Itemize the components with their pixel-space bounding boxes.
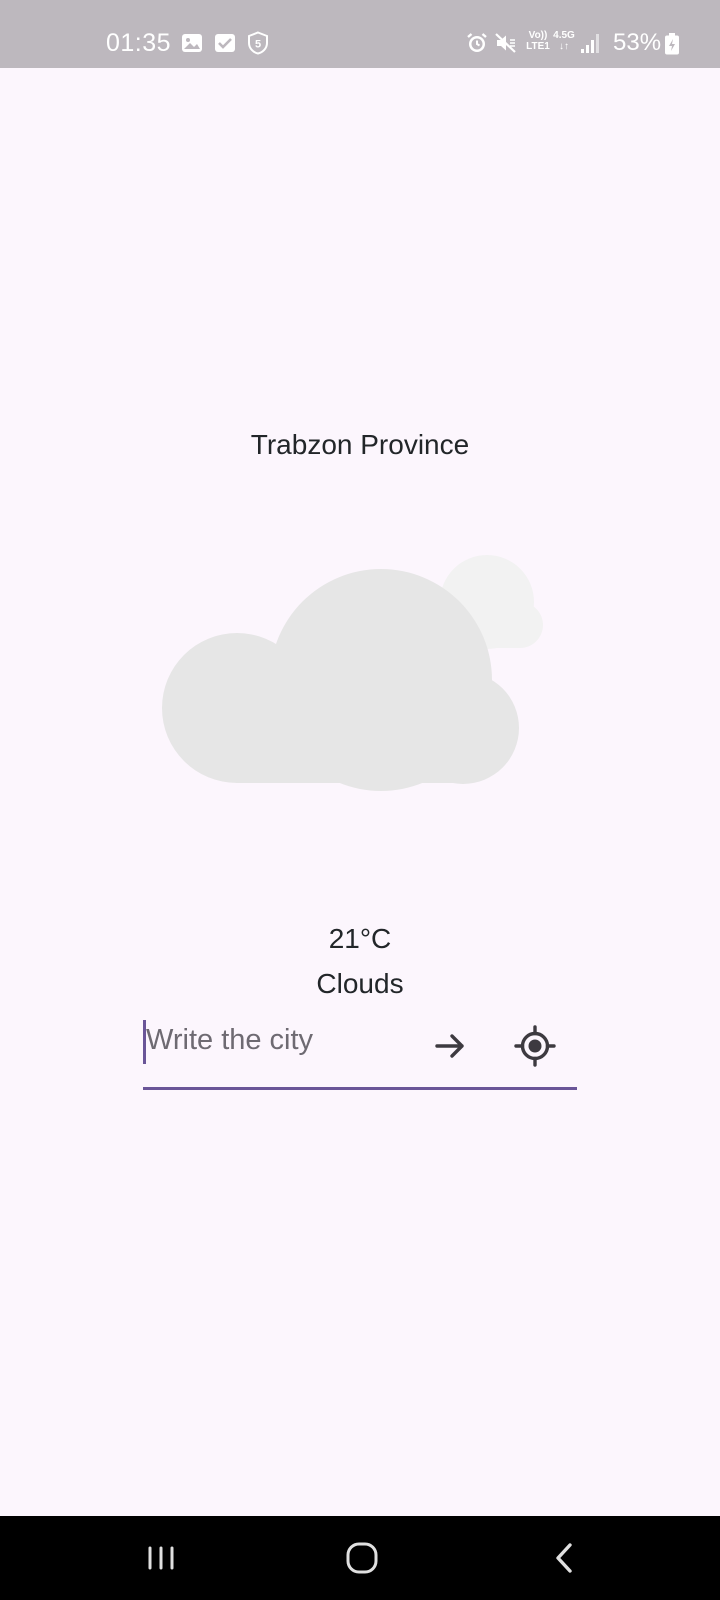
checkbox-icon (213, 31, 237, 55)
shield-5-icon: 5 (246, 31, 270, 55)
cloud-icon (160, 555, 560, 805)
city-search-field[interactable] (143, 1012, 577, 1090)
alarm-icon (465, 31, 489, 55)
back-icon[interactable] (543, 1536, 587, 1580)
svg-text:5: 5 (255, 39, 261, 51)
recents-icon[interactable] (140, 1536, 184, 1580)
temperature: 21°C (328, 923, 392, 954)
home-icon[interactable] (340, 1536, 384, 1580)
gallery-icon (180, 31, 204, 55)
city-input[interactable] (146, 1018, 406, 1062)
signal-icon (579, 31, 603, 55)
battery-percent: 53% (613, 29, 662, 56)
city-name: Trabzon Province (250, 429, 470, 460)
status-time: 01:35 (106, 29, 172, 57)
arrow-right-icon[interactable] (426, 1022, 474, 1070)
mute-icon (494, 31, 518, 55)
navigation-bar (0, 1516, 720, 1600)
weather-condition: Clouds (316, 968, 404, 999)
status-bar: 01:35 5 Vo)) LTE1 4.5G ↓↑ 53% (0, 0, 720, 68)
battery-icon (664, 33, 680, 55)
network-type-label: 4.5G ↓↑ (553, 30, 575, 52)
network-lte-label: Vo)) LTE1 (526, 30, 550, 52)
gps-locate-icon[interactable] (511, 1022, 559, 1070)
